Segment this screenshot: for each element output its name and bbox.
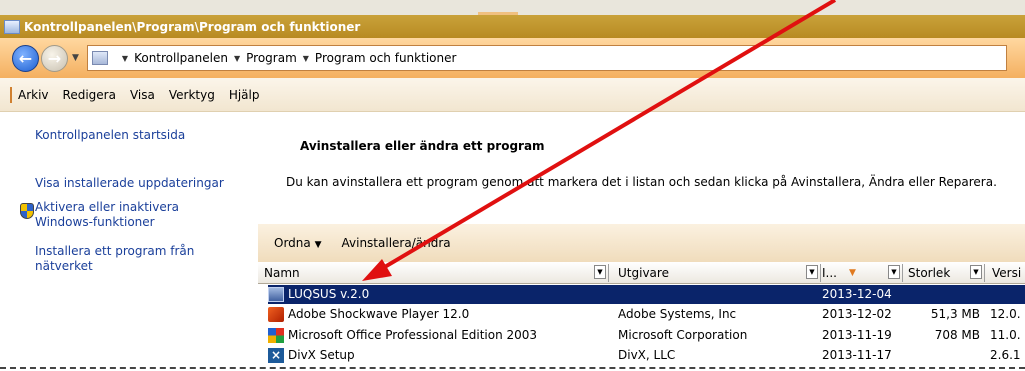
column-version[interactable]: Versi (992, 262, 1021, 284)
forward-button[interactable]: → (41, 44, 68, 72)
column-installed-label: I... (822, 266, 837, 280)
menu-file[interactable]: Arkiv (18, 88, 49, 102)
history-dropdown-icon[interactable]: ▼ (72, 53, 79, 63)
column-divider[interactable] (902, 264, 903, 282)
filter-dropdown-icon[interactable]: ▼ (970, 265, 982, 279)
column-name[interactable]: Namn (264, 262, 300, 284)
window-title: Kontrollpanelen\Program\Program och funk… (24, 19, 361, 34)
row-name: Adobe Shockwave Player 12.0 (288, 307, 470, 321)
table-row[interactable]: Microsoft Office Professional Edition 20… (268, 326, 1025, 345)
breadcrumb-item[interactable]: Program och funktioner (315, 51, 457, 65)
sidebar-link-home[interactable]: Kontrollpanelen startsida (35, 128, 185, 143)
row-publisher: Microsoft Corporation (618, 328, 748, 342)
breadcrumb-arrow-icon[interactable]: ▼ (234, 54, 240, 63)
shockwave-icon (268, 307, 284, 322)
row-name: Microsoft Office Professional Edition 20… (288, 328, 538, 342)
menu-edit[interactable]: Redigera (63, 88, 116, 102)
organize-button[interactable]: Ordna ▼ (274, 236, 322, 250)
row-date: 2013-12-04 (822, 287, 892, 301)
sidebar-link-features-cont[interactable]: Windows-funktioner (35, 215, 155, 230)
column-divider[interactable] (608, 264, 609, 282)
menu-bar: Arkiv Redigera Visa Verktyg Hjälp (0, 78, 1025, 112)
sidebar-link-features[interactable]: Aktivera eller inaktivera (35, 200, 179, 215)
row-date: 2013-11-19 (822, 328, 892, 342)
table-row[interactable]: LUQSUS v.2.0 2013-12-04 (268, 285, 1025, 304)
row-publisher: Adobe Systems, Inc (618, 307, 737, 321)
luqsus-icon (268, 287, 284, 302)
page-description: Du kan avinstallera ett program genom at… (286, 175, 997, 189)
control-panel-icon (4, 19, 20, 34)
column-header: Namn ▼ Utgivare ▼ I... ▼ ▼ Storlek ▼ Vers… (258, 262, 1025, 284)
menu-grip (10, 87, 12, 103)
row-size: 708 MB (934, 328, 980, 342)
office-icon (268, 328, 284, 343)
divx-icon: × (268, 348, 284, 363)
row-date: 2013-12-02 (822, 307, 892, 321)
address-field[interactable]: ▼ Kontrollpanelen ▼ Program ▼ Program oc… (86, 45, 1007, 71)
sidebar-link-network-cont[interactable]: nätverket (35, 259, 93, 274)
column-divider[interactable] (984, 264, 985, 282)
menu-view[interactable]: Visa (130, 88, 155, 102)
breadcrumb-arrow-icon[interactable]: ▼ (122, 54, 128, 63)
column-publisher[interactable]: Utgivare (618, 262, 669, 284)
uninstall-button[interactable]: Avinstallera/ändra (342, 236, 451, 250)
row-publisher: DivX, LLC (618, 348, 676, 362)
sidebar: Kontrollpanelen startsida Visa installer… (0, 112, 258, 371)
row-date: 2013-11-17 (822, 348, 892, 362)
menu-tools[interactable]: Verktyg (169, 88, 215, 102)
table-row[interactable]: Adobe Shockwave Player 12.0 Adobe System… (268, 305, 1025, 324)
row-version: 12.0. (990, 307, 1021, 321)
row-size: 51,3 MB (930, 307, 980, 321)
table-row[interactable]: × DivX Setup DivX, LLC 2013-11-17 2.6.1 (268, 346, 1025, 365)
control-panel-icon (91, 51, 108, 65)
command-bar: Ordna ▼ Avinstallera/ändra (258, 224, 1025, 262)
chevron-down-icon: ▼ (314, 240, 322, 250)
top-strip (0, 0, 1025, 15)
filter-dropdown-icon[interactable]: ▼ (594, 265, 606, 279)
shield-icon (20, 203, 34, 219)
filter-dropdown-icon[interactable]: ▼ (806, 265, 818, 279)
address-bar: ← → ▼ ▼ Kontrollpanelen ▼ Program ▼ Prog… (0, 38, 1025, 78)
breadcrumb-item[interactable]: Program (246, 51, 297, 65)
column-installed[interactable]: I... ▼ (822, 262, 856, 284)
breadcrumb-item[interactable]: Kontrollpanelen (134, 51, 228, 65)
sort-down-icon: ▼ (848, 268, 856, 278)
row-name: DivX Setup (288, 348, 355, 362)
breadcrumb-arrow-icon[interactable]: ▼ (303, 54, 309, 63)
sidebar-link-network[interactable]: Installera ett program från (35, 244, 194, 259)
row-version: 2.6.1 (990, 348, 1021, 362)
sidebar-link-updates[interactable]: Visa installerade uppdateringar (35, 176, 224, 191)
organize-label: Ordna (274, 236, 311, 250)
row-name: LUQSUS v.2.0 (288, 287, 370, 301)
window-title-bar[interactable]: Kontrollpanelen\Program\Program och funk… (0, 15, 1025, 38)
column-divider[interactable] (820, 264, 821, 282)
filter-dropdown-icon[interactable]: ▼ (888, 265, 900, 279)
row-version: 11.0. (990, 328, 1021, 342)
menu-help[interactable]: Hjälp (229, 88, 260, 102)
page-title: Avinstallera eller ändra ett program (300, 139, 545, 153)
back-button[interactable]: ← (12, 44, 39, 72)
column-size[interactable]: Storlek (908, 262, 950, 284)
dashed-cut-line (0, 367, 1025, 369)
